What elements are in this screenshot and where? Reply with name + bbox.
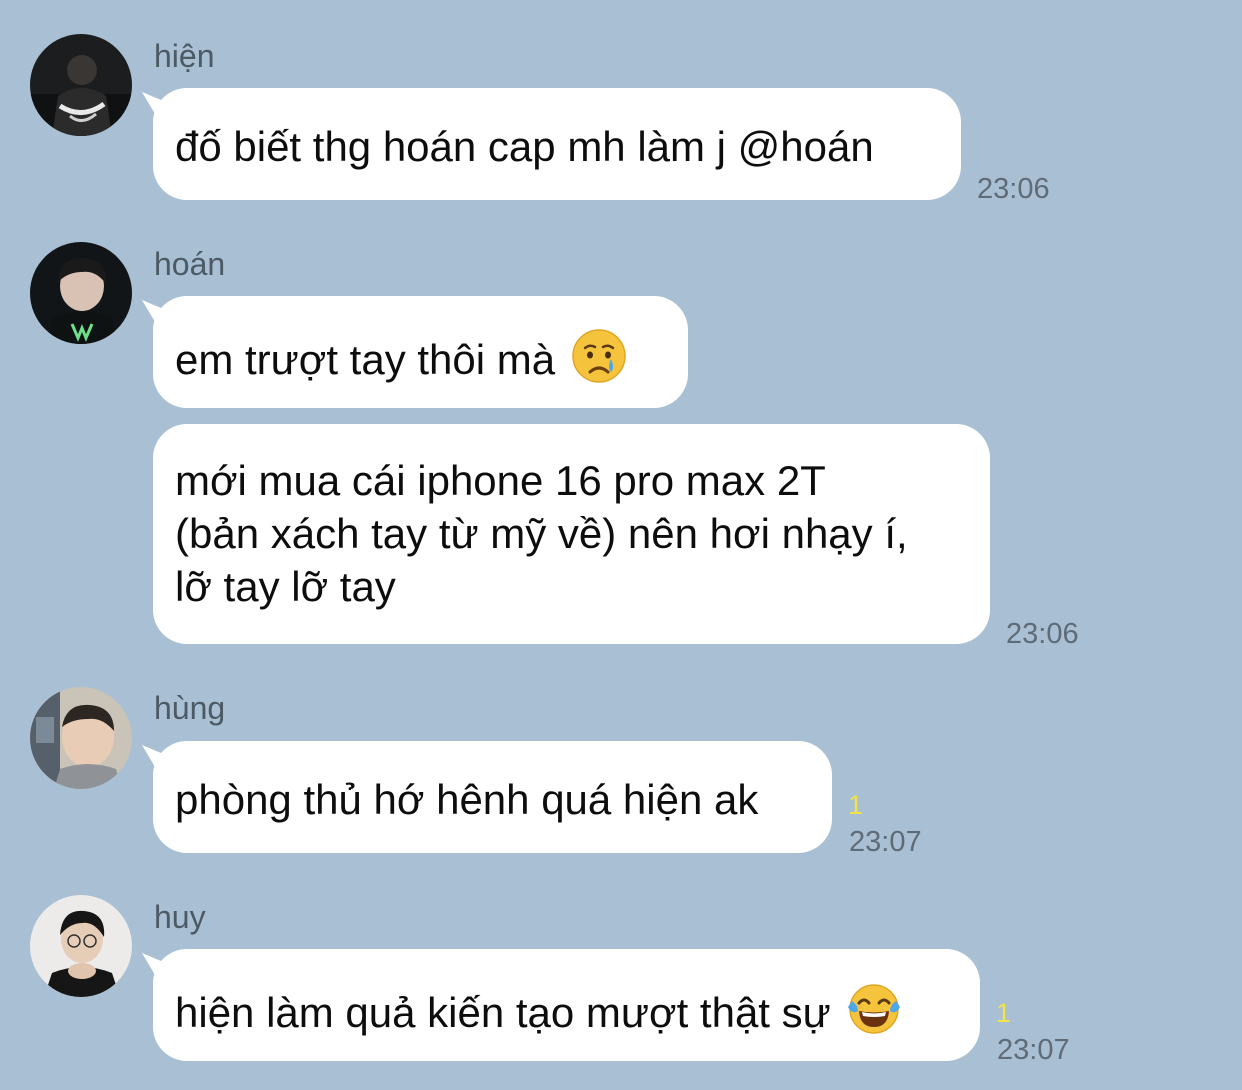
message-bubble[interactable]: đố biết thg hoán cap mh làm j @hoán [153, 88, 961, 200]
sender-name: huy [154, 899, 206, 935]
message-bubble[interactable]: mới mua cái iphone 16 pro max 2T (bản xá… [153, 424, 990, 644]
read-count-badge: 1 [996, 998, 1012, 1028]
sender-name: hùng [154, 690, 226, 726]
avatar-hoan[interactable] [30, 242, 132, 344]
sender-name: hoán [154, 246, 226, 282]
message-timestamp: 23:07 [849, 826, 922, 858]
message-text: đố biết thg hoán cap mh làm j @hoán [175, 123, 874, 170]
message-text-line: mới mua cái iphone 16 pro max 2T [175, 457, 826, 504]
message-text: hiện làm quả kiến tạo mượt thật sự [175, 989, 831, 1036]
message-text: phòng thủ hớ hênh quá hiện ak [175, 776, 759, 823]
message-text-line: (bản xách tay từ mỹ về) nên hơi nhạy í, [175, 510, 908, 557]
message-timestamp: 23:06 [977, 173, 1050, 205]
message-bubble[interactable]: hiện làm quả kiến tạo mượt thật sự [153, 949, 980, 1061]
read-count-badge: 1 [848, 790, 864, 820]
face-with-tears-of-joy-icon [846, 981, 902, 1037]
avatar-hien[interactable] [30, 34, 132, 136]
avatar-hung[interactable] [30, 687, 132, 789]
message-bubble[interactable]: em trượt tay thôi mà [153, 296, 688, 408]
message-timestamp: 23:06 [1006, 618, 1079, 650]
message-text: em trượt tay thôi mà [175, 336, 556, 383]
avatar-huy[interactable] [30, 895, 132, 997]
sender-name: hiện [154, 38, 215, 74]
crying-face-icon [571, 328, 627, 384]
message-bubble[interactable]: phòng thủ hớ hênh quá hiện ak [153, 741, 832, 853]
message-timestamp: 23:07 [997, 1034, 1070, 1066]
message-text-line: lỡ tay lỡ tay [175, 563, 396, 610]
